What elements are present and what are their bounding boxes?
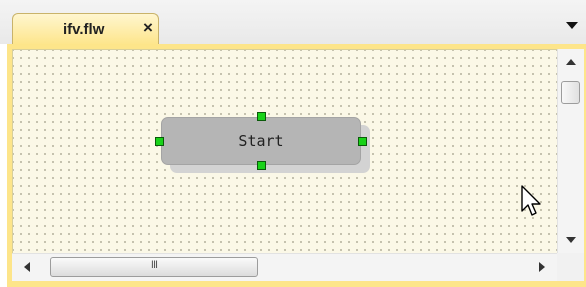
- tab-label: ifv.flw: [63, 21, 105, 38]
- mouse-pointer-icon: [521, 185, 541, 216]
- horizontal-scrollbar[interactable]: III: [12, 253, 557, 281]
- document-tab[interactable]: ifv.flw ×: [12, 13, 159, 45]
- resize-handle-right[interactable]: [358, 137, 367, 146]
- node-label: Start: [238, 132, 284, 150]
- scroll-grip: III: [150, 259, 158, 271]
- horizontal-scroll-thumb[interactable]: III: [50, 257, 258, 277]
- scroll-left-arrow-icon[interactable]: [24, 262, 30, 272]
- close-icon[interactable]: ×: [143, 19, 153, 37]
- start-node[interactable]: Start: [161, 117, 361, 165]
- chevron-down-icon[interactable]: [566, 22, 578, 29]
- resize-handle-bottom[interactable]: [257, 161, 266, 170]
- scroll-down-arrow-icon[interactable]: [566, 237, 576, 243]
- resize-handle-top[interactable]: [257, 112, 266, 121]
- scroll-up-arrow-icon[interactable]: [566, 59, 576, 65]
- scroll-corner: [557, 253, 584, 281]
- tab-strip: ifv.flw ×: [0, 0, 586, 45]
- resize-handle-left[interactable]: [155, 137, 164, 146]
- vertical-scroll-thumb[interactable]: [561, 81, 580, 104]
- scroll-right-arrow-icon[interactable]: [539, 262, 545, 272]
- vertical-scrollbar[interactable]: [557, 49, 584, 253]
